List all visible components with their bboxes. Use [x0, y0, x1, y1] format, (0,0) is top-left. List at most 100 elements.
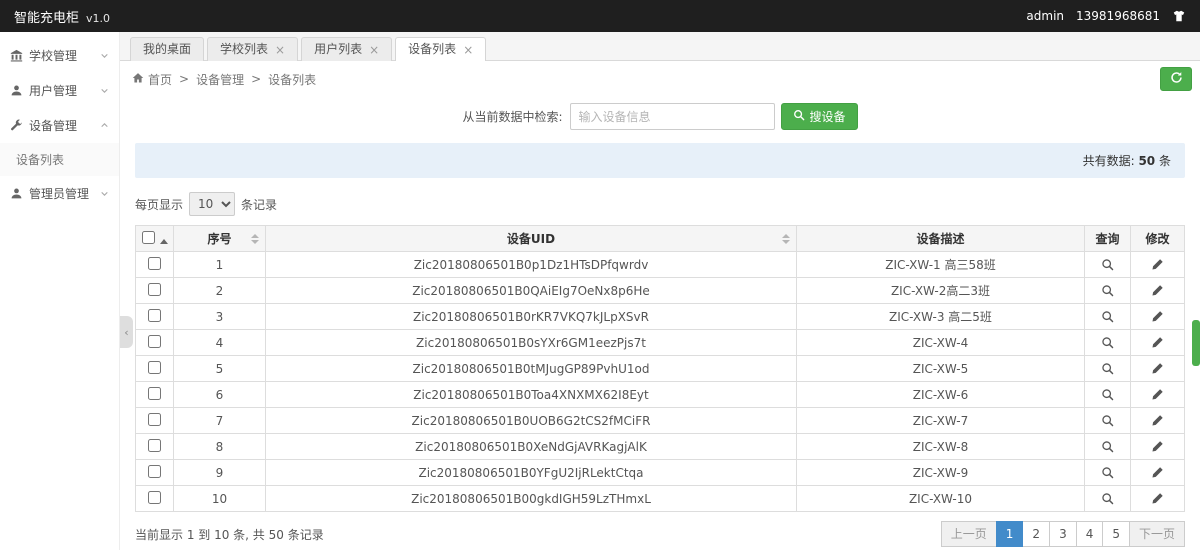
row-checkbox[interactable] — [148, 335, 161, 348]
row-index: 4 — [174, 330, 266, 356]
query-button[interactable] — [1097, 308, 1118, 325]
scrollbar-thumb[interactable] — [1192, 320, 1200, 366]
table-row: 1 Zic20180806501B0p1Dz1HTsDPfqwrdv ZIC-X… — [136, 252, 1185, 278]
tab-device-list[interactable]: 设备列表 × — [395, 37, 486, 61]
modify-button[interactable] — [1147, 308, 1168, 325]
data-count-label: 共有数据: — [1083, 154, 1135, 168]
tab-label: 用户列表 — [314, 43, 362, 56]
modify-button[interactable] — [1147, 282, 1168, 299]
row-checkbox[interactable] — [148, 283, 161, 296]
row-checkbox[interactable] — [148, 257, 161, 270]
row-index: 7 — [174, 408, 266, 434]
modify-button[interactable] — [1147, 412, 1168, 429]
modify-button[interactable] — [1147, 256, 1168, 273]
modify-button[interactable] — [1147, 490, 1168, 507]
query-button[interactable] — [1097, 438, 1118, 455]
sidebar-item-admin-management[interactable]: 管理员管理 — [0, 176, 119, 211]
user-area: admin 13981968681 — [1026, 9, 1186, 23]
row-uid: Zic20180806501B0p1Dz1HTsDPfqwrdv — [266, 252, 797, 278]
header-uid[interactable]: 设备UID — [266, 226, 797, 252]
header-desc: 设备描述 — [797, 226, 1085, 252]
close-icon[interactable]: × — [463, 45, 473, 55]
row-uid: Zic20180806501B0rKR7VKQ7kJLpXSvR — [266, 304, 797, 330]
next-page-button[interactable]: 下一页 — [1129, 521, 1185, 547]
chevron-down-icon — [100, 189, 109, 198]
tab-school-list[interactable]: 学校列表 × — [207, 37, 298, 61]
row-uid: Zic20180806501B00gkdIGH59LzTHmxL — [266, 486, 797, 512]
school-icon — [10, 49, 23, 62]
query-button[interactable] — [1097, 282, 1118, 299]
page-button-1[interactable]: 1 — [996, 521, 1024, 547]
query-button[interactable] — [1097, 386, 1118, 403]
search-input[interactable] — [570, 103, 775, 130]
modify-button[interactable] — [1147, 464, 1168, 481]
tab-user-list[interactable]: 用户列表 × — [301, 37, 392, 61]
sidebar-item-school-management[interactable]: 学校管理 — [0, 38, 119, 73]
row-desc: ZIC-XW-5 — [797, 356, 1085, 382]
query-button[interactable] — [1097, 464, 1118, 481]
row-uid: Zic20180806501B0YFgU2IjRLektCtqa — [266, 460, 797, 486]
row-desc: ZIC-XW-8 — [797, 434, 1085, 460]
query-button[interactable] — [1097, 334, 1118, 351]
row-checkbox[interactable] — [148, 413, 161, 426]
breadcrumb-home[interactable]: 首页 — [132, 71, 172, 88]
row-checkbox[interactable] — [148, 361, 161, 374]
home-icon — [132, 72, 144, 87]
modify-button[interactable] — [1147, 334, 1168, 351]
page-size-select[interactable]: 10 — [189, 192, 235, 216]
page-button-4[interactable]: 4 — [1076, 521, 1104, 547]
row-index: 8 — [174, 434, 266, 460]
sort-caret-icon — [160, 239, 168, 244]
header-index[interactable]: 序号 — [174, 226, 266, 252]
sort-icon — [782, 234, 790, 244]
sort-icon — [251, 234, 259, 244]
modify-button[interactable] — [1147, 386, 1168, 403]
sidebar-item-user-management[interactable]: 用户管理 — [0, 73, 119, 108]
row-checkbox[interactable] — [148, 387, 161, 400]
chevron-down-icon — [100, 51, 109, 60]
sidebar-subitem-label: 设备列表 — [16, 153, 64, 167]
main-area: 学校管理 用户管理 设备管理 设备列表 — [0, 32, 1200, 550]
row-uid: Zic20180806501B0tMJugGP89PvhU1od — [266, 356, 797, 382]
close-icon[interactable]: × — [275, 45, 285, 55]
search-icon — [793, 109, 805, 124]
sidebar-item-device-management[interactable]: 设备管理 — [0, 108, 119, 143]
select-all-checkbox[interactable] — [142, 231, 155, 244]
logout-icon[interactable] — [1172, 9, 1186, 23]
query-button[interactable] — [1097, 490, 1118, 507]
chevron-up-icon — [100, 121, 109, 130]
row-checkbox[interactable] — [148, 309, 161, 322]
table-footer: 当前显示 1 到 10 条, 共 50 条记录 上一页 1 2 3 4 5 下一… — [135, 521, 1185, 547]
row-desc: ZIC-XW-2高二3班 — [797, 278, 1085, 304]
modify-button[interactable] — [1147, 438, 1168, 455]
table-row: 6 Zic20180806501B0Toa4XNXMX62I8Eyt ZIC-X… — [136, 382, 1185, 408]
content-area: 我的桌面 学校列表 × 用户列表 × 设备列表 × 首页 > — [120, 32, 1200, 550]
breadcrumb-sep: > — [251, 72, 261, 86]
row-checkbox[interactable] — [148, 491, 161, 504]
breadcrumb-device-management[interactable]: 设备管理 — [196, 71, 244, 88]
row-checkbox[interactable] — [148, 439, 161, 452]
sidebar-collapse-handle[interactable]: ‹ — [120, 316, 133, 348]
search-device-button[interactable]: 搜设备 — [781, 103, 858, 130]
row-desc: ZIC-XW-1 高三58班 — [797, 252, 1085, 278]
table-row: 4 Zic20180806501B0sYXr6GM1eezPjs7t ZIC-X… — [136, 330, 1185, 356]
page-button-3[interactable]: 3 — [1049, 521, 1077, 547]
row-index: 2 — [174, 278, 266, 304]
page-button-5[interactable]: 5 — [1102, 521, 1130, 547]
query-button[interactable] — [1097, 256, 1118, 273]
query-button[interactable] — [1097, 360, 1118, 377]
modify-button[interactable] — [1147, 360, 1168, 377]
page-button-2[interactable]: 2 — [1022, 521, 1050, 547]
app-brand: 智能充电柜 v1.0 — [14, 7, 110, 26]
table-row: 7 Zic20180806501B0UOB6G2tCS2fMCiFR ZIC-X… — [136, 408, 1185, 434]
query-button[interactable] — [1097, 412, 1118, 429]
row-desc: ZIC-XW-6 — [797, 382, 1085, 408]
sidebar-subitem-device-list[interactable]: 设备列表 — [0, 143, 119, 176]
close-icon[interactable]: × — [369, 45, 379, 55]
tabstrip: 我的桌面 学校列表 × 用户列表 × 设备列表 × — [120, 32, 1200, 61]
row-checkbox[interactable] — [148, 465, 161, 478]
row-index: 6 — [174, 382, 266, 408]
prev-page-button[interactable]: 上一页 — [941, 521, 997, 547]
refresh-button[interactable] — [1160, 67, 1192, 91]
tab-my-desktop[interactable]: 我的桌面 — [130, 37, 204, 61]
